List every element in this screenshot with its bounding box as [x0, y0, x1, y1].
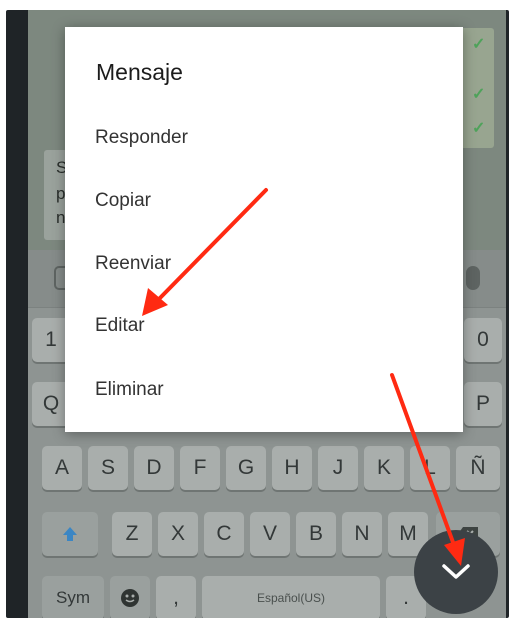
key-l[interactable]: L — [410, 446, 450, 490]
key-0[interactable]: 0 — [464, 318, 502, 362]
menu-item-responder[interactable]: Responder — [65, 107, 463, 169]
menu-item-reenviar[interactable]: Reenviar — [65, 233, 463, 295]
shift-key[interactable] — [42, 512, 98, 556]
key-k[interactable]: K — [364, 446, 404, 490]
key-f[interactable]: F — [180, 446, 220, 490]
read-check-icon: ✓ — [472, 86, 486, 103]
key-n[interactable]: N — [342, 512, 382, 556]
emoji-icon — [121, 589, 139, 607]
key-d[interactable]: D — [134, 446, 174, 490]
sym-key[interactable]: Sym — [42, 576, 104, 618]
dialog-title: Mensaje — [96, 59, 183, 85]
microphone-icon[interactable] — [466, 266, 480, 290]
key-h[interactable]: H — [272, 446, 312, 490]
message-options-dialog: Mensaje Responder Copiar Reenviar Editar… — [65, 27, 463, 432]
key-j[interactable]: J — [318, 446, 358, 490]
read-check-icon: ✓ — [472, 36, 486, 53]
comma-key[interactable]: , — [156, 576, 196, 618]
key-x[interactable]: X — [158, 512, 198, 556]
key-z[interactable]: Z — [112, 512, 152, 556]
menu-item-eliminar[interactable]: Eliminar — [65, 359, 463, 421]
menu-item-editar[interactable]: Editar — [65, 295, 463, 357]
space-key[interactable]: Español(US) — [202, 576, 380, 618]
key-s[interactable]: S — [88, 446, 128, 490]
menu-item-copiar[interactable]: Copiar — [65, 170, 463, 232]
read-check-icon: ✓ — [472, 120, 486, 137]
key-g[interactable]: G — [226, 446, 266, 490]
key-a[interactable]: A — [42, 446, 82, 490]
emoji-key[interactable] — [110, 576, 150, 618]
key-n-tilde[interactable]: Ñ — [456, 446, 500, 490]
key-v[interactable]: V — [250, 512, 290, 556]
scroll-down-button[interactable] — [414, 530, 498, 614]
key-p[interactable]: P — [464, 382, 502, 426]
key-b[interactable]: B — [296, 512, 336, 556]
chevron-down-icon — [442, 564, 470, 579]
sent-message-bubble: ✓ ✓ ✓ — [458, 28, 494, 148]
shift-arrow-icon — [63, 527, 77, 541]
key-c[interactable]: C — [204, 512, 244, 556]
